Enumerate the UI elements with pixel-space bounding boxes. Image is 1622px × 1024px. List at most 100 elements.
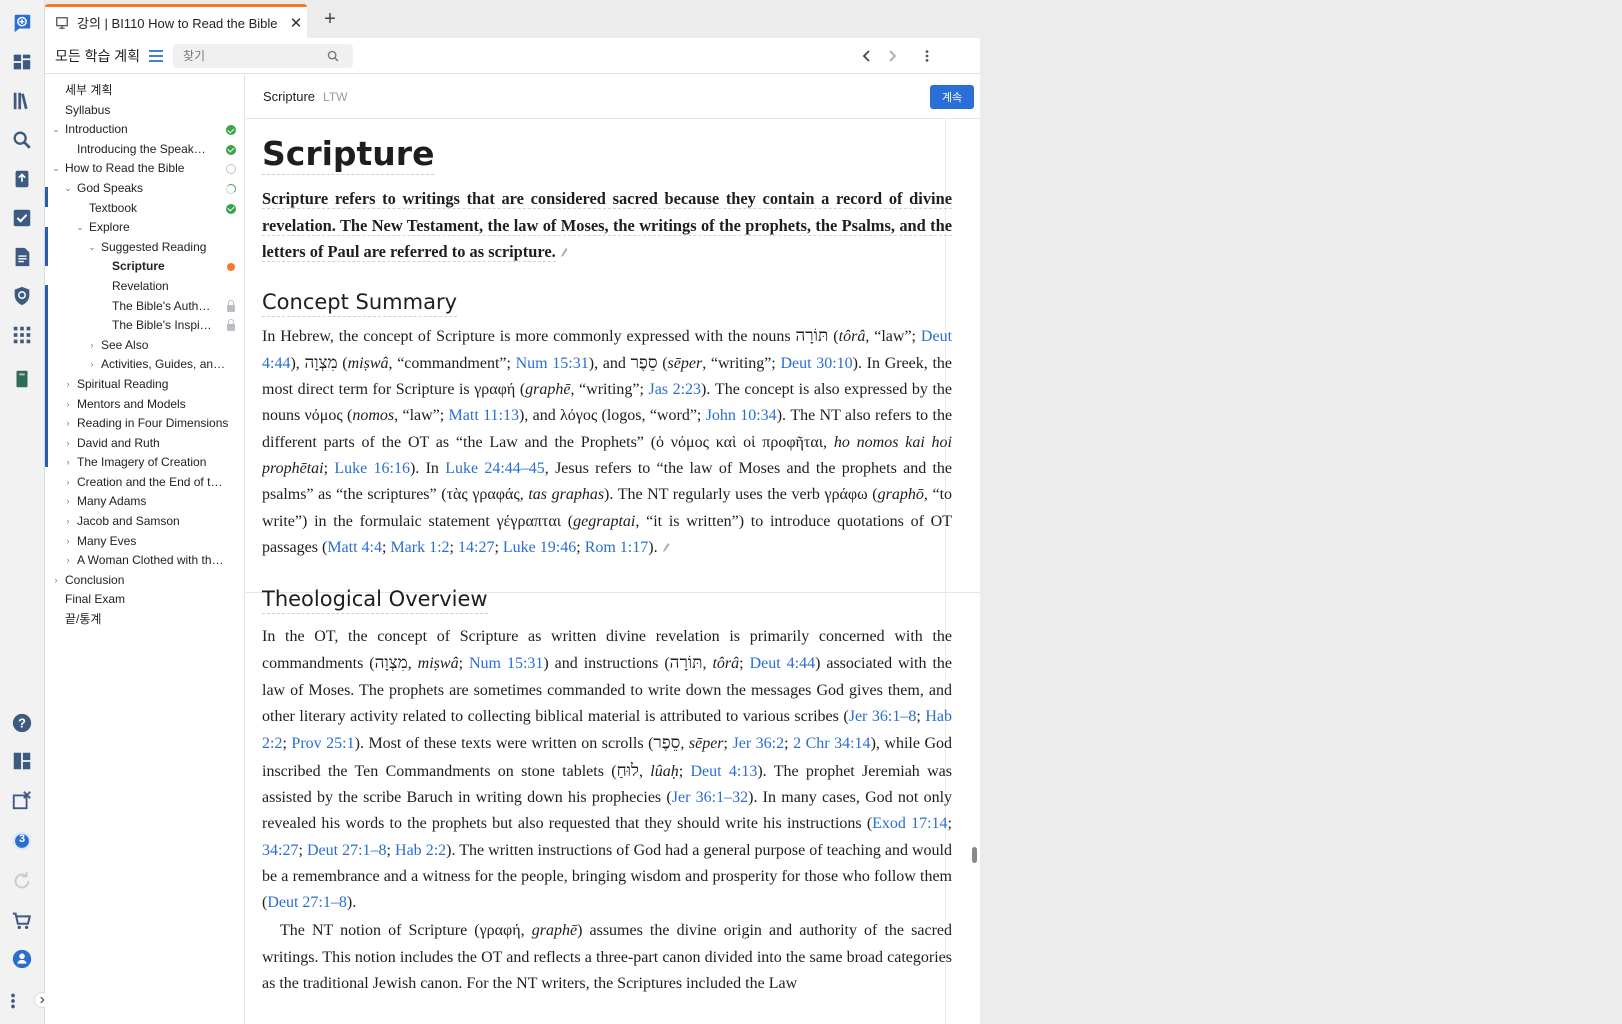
outline-item[interactable]: › Jacob and Samson <box>45 512 244 532</box>
layout-icon[interactable] <box>9 748 35 774</box>
chevron-down-icon[interactable]: ⌄ <box>51 159 61 179</box>
scrollbar-thumb[interactable] <box>972 847 977 863</box>
scripture-link[interactable]: Rom 1:17 <box>585 539 649 556</box>
outline-item[interactable]: › Many Adams <box>45 492 244 512</box>
outline-item[interactable]: Textbook <box>45 199 244 219</box>
scripture-link[interactable]: Deut 4:13 <box>690 763 757 780</box>
scripture-link[interactable]: 34:27 <box>262 842 298 859</box>
outline-item[interactable]: › The Imagery of Creation <box>45 453 244 473</box>
chevron-down-icon[interactable]: ⌄ <box>63 179 73 199</box>
outline-item[interactable]: › A Woman Clothed with th… <box>45 551 244 571</box>
scripture-link[interactable]: Luke 19:46 <box>503 539 576 556</box>
hebrew-word[interactable]: סֵפֶר <box>631 353 658 373</box>
outline-item[interactable]: › Activities, Guides, and… <box>45 355 244 375</box>
outline-item[interactable]: › Mentors and Models <box>45 395 244 415</box>
outline-item[interactable]: › Conclusion <box>45 571 244 591</box>
hebrew-word[interactable]: לוּחַ <box>617 761 639 781</box>
logos-home-icon[interactable] <box>9 10 35 36</box>
new-tab-button[interactable]: + <box>319 8 341 31</box>
outline-item[interactable]: Syllabus <box>45 101 244 121</box>
checklist-icon[interactable] <box>9 205 35 231</box>
outline-item[interactable]: ⌄ God Speaks <box>45 179 244 199</box>
chevron-right-icon[interactable]: › <box>63 532 73 552</box>
scripture-link[interactable]: Deut 27:1–8 <box>267 894 347 911</box>
scripture-link[interactable]: Jer 36:1–8 <box>849 708 917 725</box>
scripture-link[interactable]: Jas 2:23 <box>648 381 701 398</box>
cart-icon[interactable] <box>9 908 35 934</box>
outline-item[interactable]: › Creation and the End of th… <box>45 473 244 493</box>
search-input[interactable] <box>173 49 323 63</box>
scripture-link[interactable]: Num 15:31 <box>516 355 589 372</box>
outline-item[interactable]: 끝/통계 <box>45 610 244 630</box>
scripture-link[interactable]: 14:27 <box>458 539 494 556</box>
chevron-right-icon[interactable]: › <box>63 453 73 473</box>
chevron-right-icon[interactable]: › <box>63 434 73 454</box>
chevron-right-icon[interactable]: › <box>63 473 73 493</box>
hebrew-word[interactable]: תּוֹרָה <box>796 326 829 346</box>
back-button[interactable] <box>857 46 877 66</box>
scripture-link[interactable]: 2 Chr 34:14 <box>793 735 870 752</box>
outline-item[interactable]: › Many Eves <box>45 532 244 552</box>
notifications-badge-icon[interactable]: 3 <box>9 828 35 854</box>
chevron-right-icon[interactable]: › <box>63 512 73 532</box>
upload-doc-icon[interactable] <box>9 166 35 192</box>
search-icon[interactable] <box>9 127 35 153</box>
chevron-right-icon[interactable]: › <box>87 336 97 356</box>
hebrew-word[interactable]: מִצְוָה <box>304 353 337 373</box>
note-pencil-icon[interactable] <box>662 542 670 554</box>
scripture-link[interactable]: Jer 36:2 <box>732 735 784 752</box>
more-vertical-icon[interactable] <box>7 988 19 1014</box>
dashboard-icon[interactable] <box>9 49 35 75</box>
hebrew-word[interactable]: סֵפֶר <box>653 733 680 753</box>
book-cover-icon[interactable] <box>9 366 35 392</box>
outline-item[interactable]: ⌄ How to Read the Bible <box>45 159 244 179</box>
hebrew-word[interactable]: תּוֹרָה <box>670 653 703 673</box>
document-icon[interactable] <box>9 244 35 270</box>
apps-grid-icon[interactable] <box>9 322 35 348</box>
scripture-link[interactable]: Luke 16:16 <box>334 460 410 477</box>
outline-item[interactable]: The Bible's Inspi… <box>45 316 244 336</box>
scripture-link[interactable]: Mark 1:2 <box>390 539 449 556</box>
outline-item[interactable]: › David and Ruth <box>45 434 244 454</box>
library-icon[interactable] <box>9 88 35 114</box>
chevron-right-icon[interactable]: › <box>87 355 97 375</box>
note-pencil-icon[interactable] <box>560 247 568 259</box>
scripture-link[interactable]: Deut 30:10 <box>780 355 852 372</box>
account-icon[interactable] <box>9 946 35 972</box>
outline-item[interactable]: Revelation <box>45 277 244 297</box>
outline-item[interactable]: Introducing the Speak… <box>45 140 244 160</box>
help-icon[interactable]: ? <box>9 710 35 736</box>
scripture-link[interactable]: Matt 4:4 <box>327 539 382 556</box>
clear-layout-icon[interactable] <box>9 787 35 813</box>
scripture-link[interactable]: John 10:34 <box>706 407 777 424</box>
hamburger-menu-icon[interactable] <box>148 49 164 63</box>
forward-button[interactable] <box>882 46 902 66</box>
chevron-down-icon[interactable]: ⌄ <box>51 120 61 140</box>
chevron-right-icon[interactable]: › <box>63 492 73 512</box>
panel-menu-button[interactable] <box>917 46 937 66</box>
chevron-right-icon[interactable]: › <box>63 551 73 571</box>
shield-icon[interactable] <box>9 283 35 309</box>
outline-item[interactable]: The Bible's Auth… <box>45 297 244 317</box>
outline-item[interactable]: ⌄ Introduction <box>45 120 244 140</box>
outline-item[interactable]: Scripture <box>45 257 244 277</box>
chevron-right-icon[interactable]: › <box>63 395 73 415</box>
outline-item[interactable]: ⌄ Explore <box>45 218 244 238</box>
outline-item[interactable]: 세부 계획 <box>45 81 244 101</box>
chevron-right-icon[interactable]: › <box>63 375 73 395</box>
outline-item[interactable]: › Reading in Four Dimensions <box>45 414 244 434</box>
scripture-link[interactable]: Jer 36:1–32 <box>672 789 748 806</box>
scripture-link[interactable]: Exod 17:14 <box>872 815 947 832</box>
search-small-icon[interactable] <box>327 50 339 62</box>
outline-item[interactable]: › Spiritual Reading <box>45 375 244 395</box>
chevron-right-icon[interactable]: › <box>63 414 73 434</box>
scripture-link[interactable]: Luke 24:44–45 <box>445 460 545 477</box>
close-tab-icon[interactable]: ✕ <box>285 14 307 32</box>
scripture-link[interactable]: Deut 27:1–8 <box>307 842 387 859</box>
scripture-link[interactable]: Hab 2:2 <box>395 842 446 859</box>
sync-icon[interactable] <box>9 868 35 894</box>
scripture-link[interactable]: Num 15:31 <box>469 655 543 672</box>
continue-button[interactable]: 계속 <box>930 85 974 109</box>
hebrew-word[interactable]: מִצְוָה <box>375 653 408 673</box>
scripture-link[interactable]: Prov 25:1 <box>291 735 354 752</box>
